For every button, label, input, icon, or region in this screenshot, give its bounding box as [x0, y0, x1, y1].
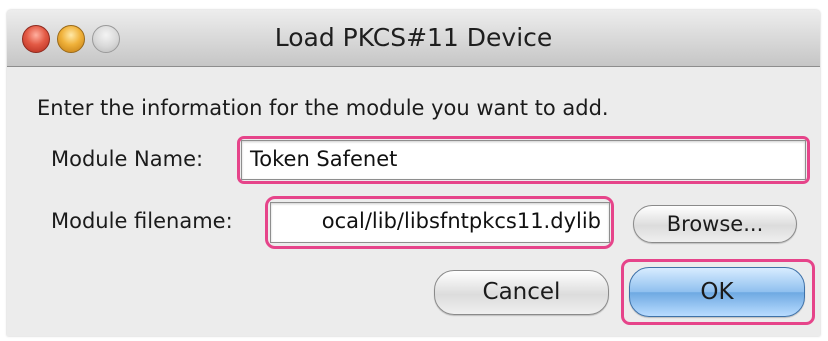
- module-name-label: Module Name:: [51, 147, 204, 171]
- title-bar: Load PKCS#11 Device: [7, 10, 820, 67]
- cancel-button[interactable]: Cancel: [434, 270, 609, 315]
- module-filename-input[interactable]: ocal/lib/libsfntpkcs11.dylib: [270, 202, 610, 243]
- ok-button[interactable]: OK: [629, 267, 805, 317]
- load-pkcs11-dialog: Load PKCS#11 Device Enter the informatio…: [7, 10, 820, 336]
- module-filename-label: Module filename:: [51, 209, 233, 233]
- window-title: Load PKCS#11 Device: [274, 23, 553, 52]
- dialog-prompt: Enter the information for the module you…: [37, 96, 609, 120]
- browse-button[interactable]: Browse...: [633, 205, 797, 243]
- module-name-input[interactable]: Token Safenet: [241, 140, 806, 180]
